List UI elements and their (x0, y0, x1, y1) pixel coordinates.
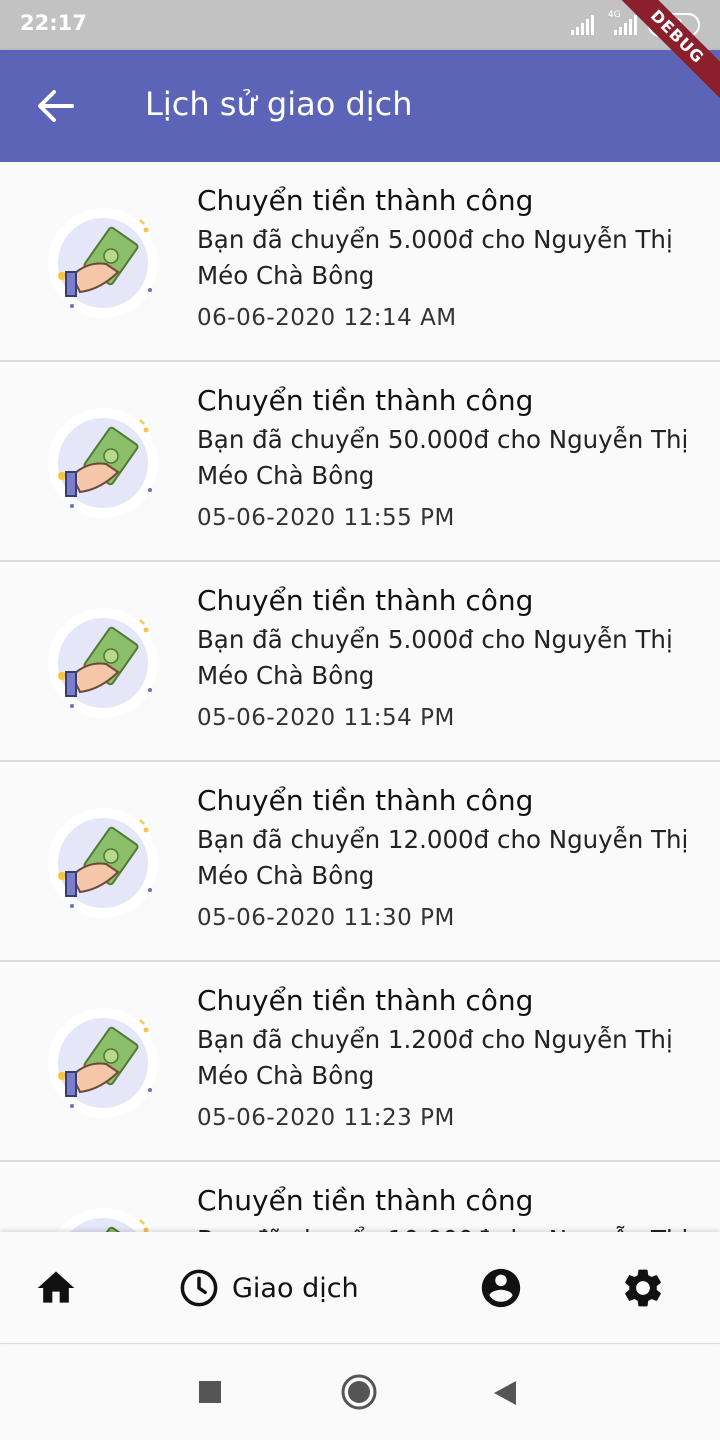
nav-home-button[interactable] (34, 1264, 82, 1312)
list-item[interactable]: Chuyển tiền thành công Bạn đã chuyển 5.0… (0, 162, 720, 362)
transaction-time: 05-06-2020 11:30 PM (197, 905, 455, 931)
status-time: 22:17 (20, 11, 87, 35)
page-title: Lịch sử giao dịch (145, 85, 413, 123)
nav-history-button[interactable]: Giao dịch (178, 1264, 359, 1312)
transaction-title: Chuyển tiền thành công (197, 984, 534, 1017)
list-item[interactable]: Chuyển tiền thành công Bạn đã chuyển 1.2… (0, 962, 720, 1162)
transaction-title: Chuyển tiền thành công (197, 384, 534, 417)
account-circle-icon (481, 1268, 521, 1308)
system-navigation-bar (0, 1345, 720, 1440)
money-transfer-icon (48, 608, 158, 718)
money-transfer-icon (57, 1208, 149, 1232)
transaction-title: Chuyển tiền thành công (197, 184, 534, 217)
status-bar: 22:17 4G 62 (0, 0, 720, 50)
recent-apps-button[interactable] (198, 1380, 222, 1408)
transaction-description: Bạn đã chuyển 10.000đ cho Nguyễn Thị Méo… (197, 1222, 697, 1232)
money-transfer-icon (48, 408, 158, 518)
nav-profile-button[interactable] (478, 1264, 526, 1312)
transaction-title: Chuyển tiền thành công (197, 784, 534, 817)
arrow-back-icon (38, 90, 74, 122)
list-item[interactable]: Chuyển tiền thành công Bạn đã chuyển 50.… (0, 362, 720, 562)
app-bar: Lịch sử giao dịch (0, 50, 720, 162)
transaction-title: Chuyển tiền thành công (197, 584, 534, 617)
transaction-list[interactable]: Chuyển tiền thành công Bạn đã chuyển 5.0… (0, 162, 720, 1232)
list-item[interactable]: Chuyển tiền thành công Bạn đã chuyển 10.… (0, 1162, 720, 1232)
wifi-signal-icon (571, 15, 594, 35)
list-item[interactable]: Chuyển tiền thành công Bạn đã chuyển 5.0… (0, 562, 720, 762)
gear-icon (625, 1269, 661, 1307)
bottom-navigation: Giao dịch (0, 1232, 720, 1344)
transaction-time: 05-06-2020 11:55 PM (197, 505, 455, 531)
transaction-description: Bạn đã chuyển 5.000đ cho Nguyễn Thị Méo … (197, 225, 673, 290)
transaction-description: Bạn đã chuyển 50.000đ cho Nguyễn Thị Méo… (197, 425, 689, 490)
transaction-description: Bạn đã chuyển 5.000đ cho Nguyễn Thị Méo … (197, 625, 673, 690)
nav-settings-button[interactable] (620, 1264, 668, 1312)
transaction-title: Chuyển tiền thành công (197, 1184, 534, 1217)
triangle-back-icon (494, 1381, 516, 1405)
home-system-button[interactable] (340, 1373, 378, 1415)
money-transfer-icon (48, 1008, 158, 1118)
transaction-description: Bạn đã chuyển 1.200đ cho Nguyễn Thị Méo … (197, 1025, 673, 1090)
circle-home-icon (341, 1374, 377, 1410)
transaction-time: 06-06-2020 12:14 AM (197, 305, 457, 331)
back-button[interactable] (32, 86, 80, 126)
money-transfer-icon (48, 208, 158, 318)
transaction-description: Bạn đã chuyển 12.000đ cho Nguyễn Thị Méo… (197, 825, 689, 890)
clock-icon (180, 1269, 218, 1307)
square-icon (199, 1381, 221, 1403)
list-item[interactable]: Chuyển tiền thành công Bạn đã chuyển 12.… (0, 762, 720, 962)
cell-signal-icon (614, 15, 637, 35)
back-system-button[interactable] (492, 1379, 518, 1411)
nav-history-label: Giao dịch (232, 1272, 359, 1304)
home-icon (37, 1271, 75, 1303)
transaction-time: 05-06-2020 11:23 PM (197, 1105, 455, 1131)
transaction-time: 05-06-2020 11:54 PM (197, 705, 455, 731)
money-transfer-icon (48, 808, 158, 918)
